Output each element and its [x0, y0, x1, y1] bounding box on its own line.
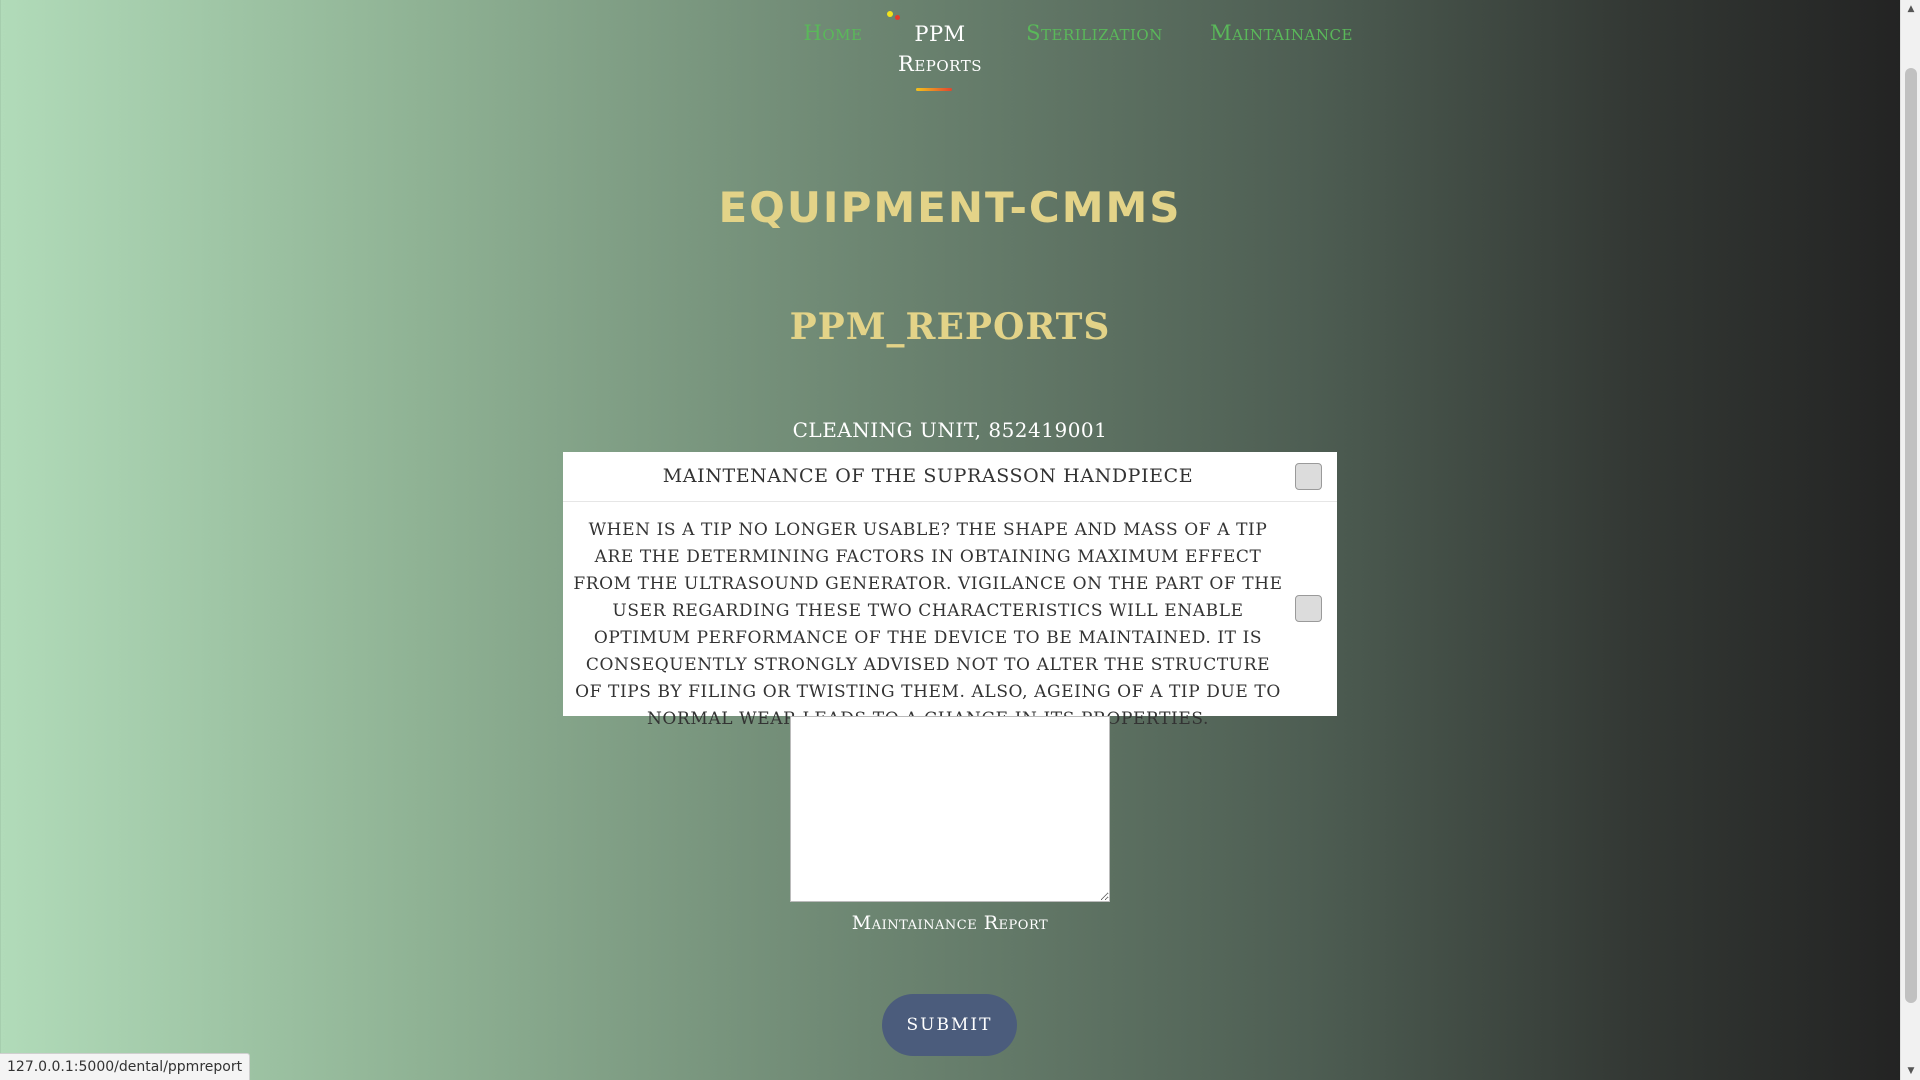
- checklist-item-text: MAINTENANCE OF THE SUPRASSON HANDPIECE: [662, 465, 1194, 487]
- vertical-scrollbar[interactable]: ▲ ▼: [1900, 0, 1920, 1080]
- scroll-up-arrow-icon[interactable]: ▲: [1901, 0, 1920, 18]
- page-title: PPM_REPORTS: [789, 306, 1111, 348]
- nav-home-link[interactable]: Home: [788, 21, 878, 45]
- nav-ppm-reports-line1: PPM: [914, 22, 966, 46]
- nav-ppm-reports-link[interactable]: PPM Reports: [884, 19, 996, 79]
- checklist-row: WHEN IS A TIP NO LONGER USABLE? THE SHAP…: [563, 502, 1337, 729]
- nav-ppm-reports-line2: Reports: [898, 52, 982, 76]
- top-nav: Home PPM Reports Sterilization Maintaina…: [0, 0, 1900, 100]
- nav-active-underline: [916, 88, 952, 91]
- nav-maintainance-link[interactable]: Maintainance: [1204, 21, 1359, 45]
- nav-active-dot-yellow: [887, 11, 893, 17]
- checklist-table: MAINTENANCE OF THE SUPRASSON HANDPIECE W…: [563, 452, 1337, 729]
- equipment-unit-title: CLEANING UNIT, 852419001: [792, 418, 1108, 442]
- maintainance-report-textarea[interactable]: [790, 716, 1110, 902]
- checklist-row: MAINTENANCE OF THE SUPRASSON HANDPIECE: [563, 452, 1337, 502]
- brand-title: EQUIPMENT-CMMS: [718, 183, 1182, 232]
- scroll-down-arrow-icon[interactable]: ▼: [1901, 1062, 1920, 1080]
- submit-button[interactable]: SUBMIT: [882, 994, 1017, 1056]
- checklist-checkbox[interactable]: [1295, 463, 1322, 490]
- checklist-item-text: WHEN IS A TIP NO LONGER USABLE? THE SHAP…: [573, 520, 1283, 729]
- status-bar-url: 127.0.0.1:5000/dental/ppmreport: [0, 1053, 251, 1080]
- checklist-checkbox[interactable]: [1295, 595, 1322, 622]
- scrollbar-thumb[interactable]: [1905, 68, 1917, 1003]
- nav-sterilization-link[interactable]: Sterilization: [1022, 21, 1167, 45]
- maintainance-report-label: Maintainance Report: [851, 912, 1049, 934]
